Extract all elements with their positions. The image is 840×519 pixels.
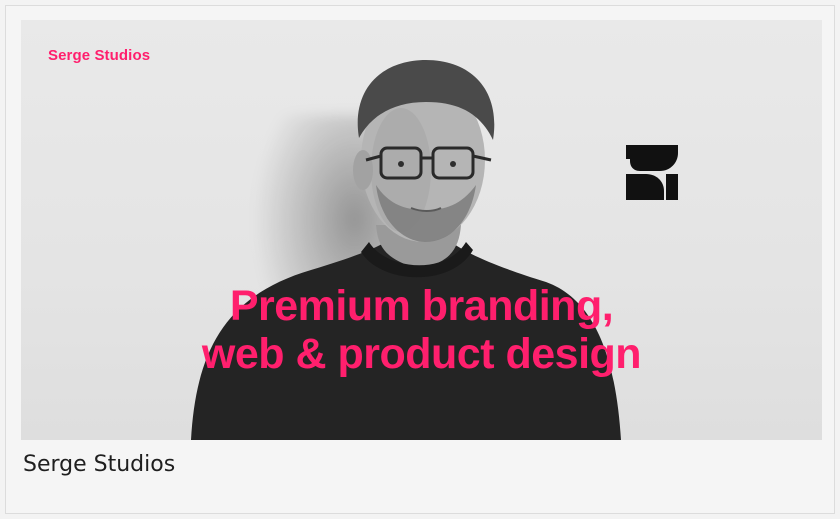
headline-line-2: web & product design bbox=[201, 330, 642, 378]
hero-image[interactable]: Serge Studios Premium branding, web & pr… bbox=[21, 20, 822, 440]
link-preview-card[interactable]: Serge Studios Premium branding, web & pr… bbox=[5, 5, 835, 514]
brand-label: Serge Studios bbox=[48, 47, 151, 64]
card-title[interactable]: Serge Studios bbox=[23, 452, 175, 477]
headline-line-1: Premium branding, bbox=[229, 282, 614, 330]
serge-studios-s-logo-icon bbox=[626, 145, 678, 200]
hero-headline: Premium branding, web & product design bbox=[21, 282, 822, 378]
